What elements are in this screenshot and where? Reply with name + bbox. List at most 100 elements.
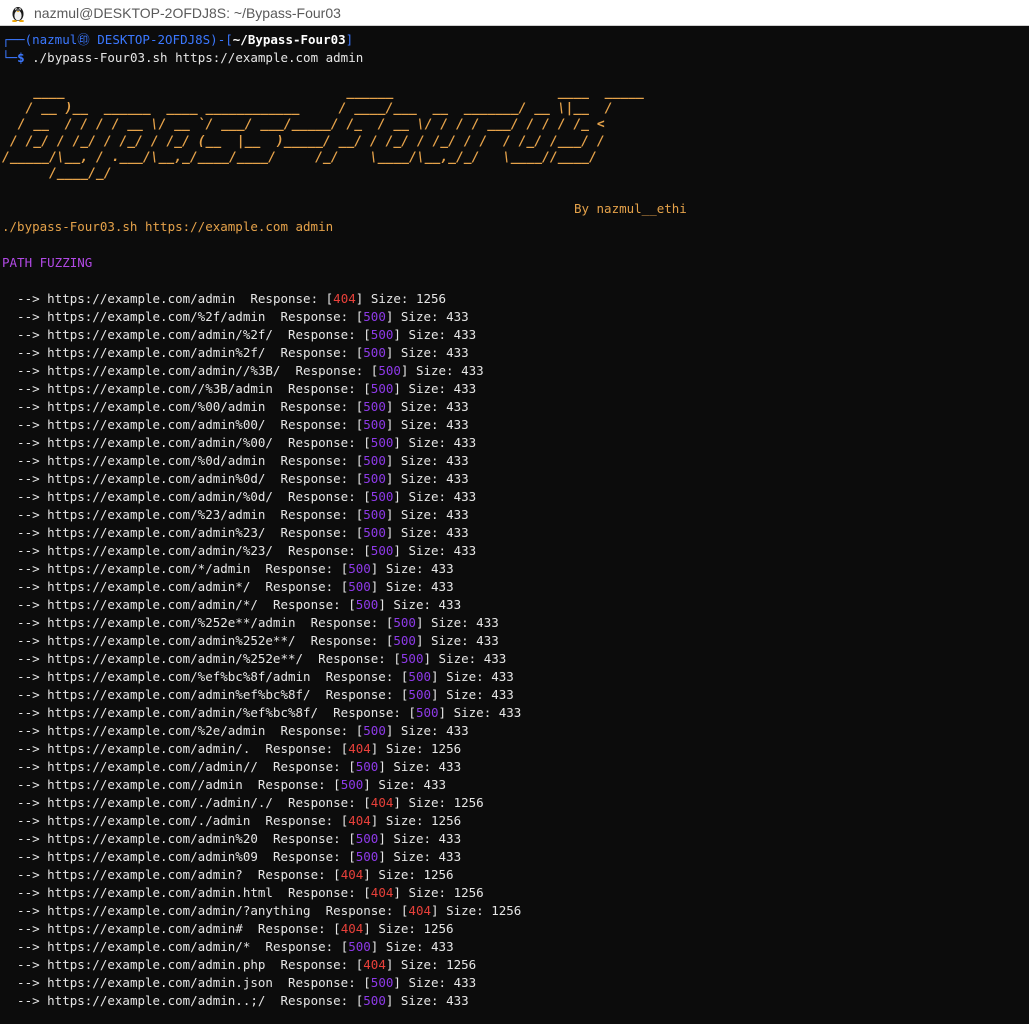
- result-size: 1256: [431, 813, 462, 829]
- result-bracket-close: ]: [385, 399, 401, 415]
- result-bracket-open: [: [363, 795, 371, 811]
- result-arrow: -->: [2, 399, 48, 415]
- result-size: 433: [446, 993, 469, 1009]
- result-bracket-close: ]: [393, 543, 409, 559]
- result-row: --> https://example.com/%0d/admin Respon…: [2, 452, 1029, 470]
- result-row: --> https://example.com/admin.html Respo…: [2, 884, 1029, 902]
- result-bracket-close: ]: [415, 633, 432, 649]
- result-gap: [273, 543, 288, 558]
- result-url: https://example.com/admin.html: [47, 885, 273, 901]
- result-size: 433: [453, 381, 477, 397]
- result-size: 433: [491, 669, 514, 685]
- result-gap: [250, 561, 265, 576]
- result-status-code: 404: [408, 903, 431, 919]
- result-url: https://example.com/./admin: [47, 813, 251, 829]
- result-size: 433: [446, 723, 469, 739]
- result-bracket-close: ]: [370, 561, 386, 577]
- result-url: https://example.com/%2f/admin: [47, 309, 266, 325]
- result-arrow: -->: [2, 957, 48, 973]
- result-bracket-close: ]: [378, 849, 394, 865]
- result-url: https://example.com/admin..;/: [47, 993, 266, 1009]
- result-size: 433: [438, 597, 462, 613]
- result-arrow: -->: [2, 939, 48, 955]
- result-bracket-close: ]: [363, 777, 379, 793]
- result-arrow: -->: [2, 687, 48, 703]
- result-url: https://example.com/%23/admin: [47, 507, 266, 523]
- result-size-label: Size:: [408, 435, 454, 451]
- result-bracket-close: ]: [385, 417, 401, 433]
- result-response-label: Response:: [295, 363, 371, 379]
- result-bracket-close: ]: [363, 867, 379, 883]
- result-arrow: -->: [2, 705, 48, 721]
- result-size: 433: [446, 507, 469, 523]
- result-bracket-open: [: [333, 777, 341, 793]
- result-gap: [265, 453, 280, 468]
- result-size-label: Size:: [431, 633, 477, 649]
- result-status-code: 500: [400, 651, 424, 667]
- prompt-frame-top: ┌──: [2, 32, 25, 47]
- result-gap: [265, 957, 280, 972]
- result-status-code: 500: [415, 705, 439, 721]
- result-row: --> https://example.com/admin%00/ Respon…: [2, 416, 1029, 434]
- result-size-label: Size:: [400, 417, 447, 433]
- result-bracket-open: [: [363, 327, 371, 343]
- result-row: --> https://example.com/%252e**/admin Re…: [2, 614, 1029, 632]
- result-status-code: 500: [378, 363, 401, 379]
- result-url: https://example.com/admin/*/: [47, 597, 258, 613]
- result-bracket-close: ]: [378, 831, 394, 847]
- result-bracket-open: [: [348, 831, 356, 847]
- terminal-output[interactable]: ┌──(nazmul㊞ DESKTOP-2OFDJ8S)-[~/Bypass-F…: [0, 26, 1029, 1024]
- result-url: https://example.com/admin%252e**/: [47, 633, 296, 649]
- result-arrow: -->: [2, 507, 48, 523]
- result-status-code: 404: [363, 957, 386, 973]
- result-row: --> https://example.com//%3B/admin Respo…: [2, 380, 1029, 398]
- result-status-code: 500: [355, 597, 379, 613]
- result-size: 1256: [423, 867, 454, 883]
- title-bar[interactable]: nazmul@DESKTOP-2OFDJ8S: ~/Bypass-Four03: [0, 0, 1029, 26]
- result-gap: [250, 579, 265, 594]
- result-size-label: Size:: [400, 525, 447, 541]
- result-status-code: 500: [348, 579, 371, 595]
- result-size-label: Size:: [408, 327, 454, 343]
- result-response-label: Response:: [310, 615, 386, 631]
- result-status-code: 500: [363, 723, 386, 739]
- result-bracket-close: ]: [385, 471, 401, 487]
- result-arrow: -->: [2, 741, 48, 757]
- result-status-code: 404: [340, 867, 364, 883]
- result-gap: [258, 831, 273, 846]
- result-arrow: -->: [2, 309, 48, 325]
- result-size: 1256: [415, 291, 447, 307]
- result-response-label: Response:: [280, 525, 356, 541]
- result-arrow: -->: [2, 777, 48, 793]
- result-arrow: -->: [2, 669, 48, 685]
- result-size-label: Size:: [400, 399, 447, 415]
- result-status-code: 500: [363, 471, 386, 487]
- result-arrow: -->: [2, 795, 48, 811]
- result-bracket-open: [: [363, 975, 371, 991]
- ascii-banner: ____ ______ ____ _____ / __ )__ ______ _…: [2, 85, 644, 182]
- result-status-code: 500: [370, 381, 394, 397]
- result-gap: [265, 309, 280, 324]
- result-status-code: 500: [363, 507, 386, 523]
- result-arrow: -->: [2, 813, 48, 829]
- result-gap: [265, 507, 280, 522]
- result-size-label: Size:: [408, 885, 454, 901]
- result-status-code: 404: [340, 921, 364, 937]
- tux-icon: [12, 6, 24, 22]
- result-gap: [296, 633, 311, 648]
- result-url: https://example.com/./admin/./: [47, 795, 273, 811]
- prompt-line-2: └─$ ./bypass-Four03.sh https://example.c…: [2, 49, 1029, 67]
- result-status-code: 500: [370, 489, 394, 505]
- result-size: 433: [438, 849, 462, 865]
- result-row: --> https://example.com/admin? Response:…: [2, 866, 1029, 884]
- result-size-label: Size:: [400, 345, 447, 361]
- result-arrow: -->: [2, 327, 48, 343]
- result-bracket-close: ]: [385, 993, 401, 1009]
- result-arrow: -->: [2, 525, 48, 541]
- result-size: 433: [423, 777, 447, 793]
- result-size-label: Size:: [446, 687, 492, 703]
- result-size: 433: [483, 651, 507, 667]
- result-row: --> https://example.com/admin%20 Respons…: [2, 830, 1029, 848]
- result-bracket-open: [: [363, 543, 371, 559]
- result-size-label: Size:: [415, 363, 462, 379]
